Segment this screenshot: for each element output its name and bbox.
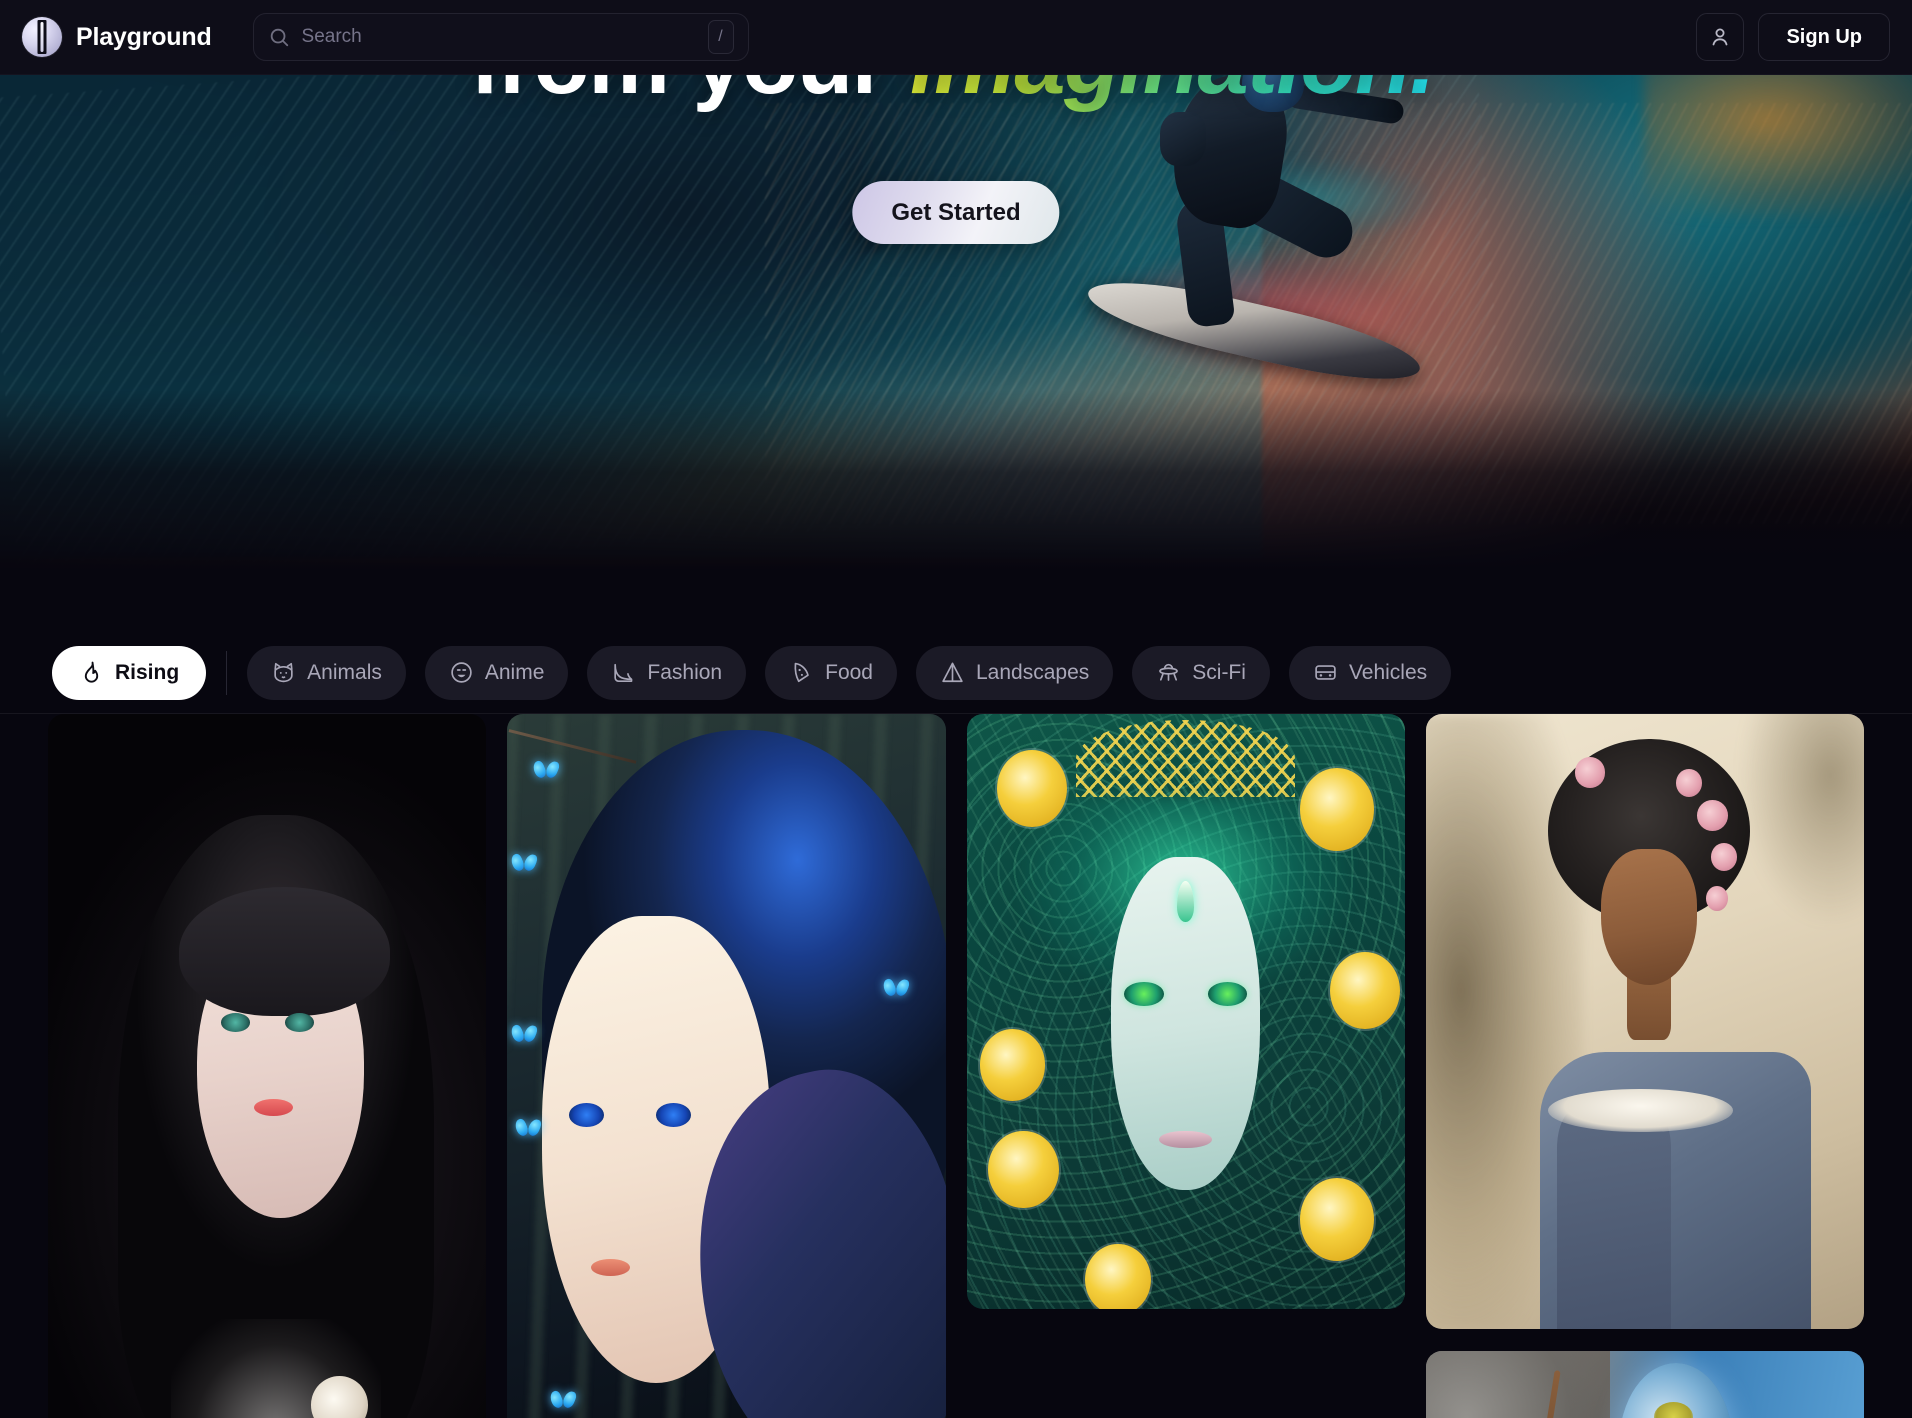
card-art-eye-left xyxy=(221,1012,251,1032)
filter-chip-animals[interactable]: Animals xyxy=(247,645,406,700)
gallery-column-1 xyxy=(48,714,487,1418)
filter-divider xyxy=(226,650,228,695)
brand-name: Playground xyxy=(76,22,212,51)
filter-chip-scifi[interactable]: Sci-Fi xyxy=(1132,645,1270,700)
flame-icon xyxy=(84,661,99,683)
card-art-lace-trim xyxy=(1548,1089,1733,1133)
filter-chip-landscapes[interactable]: Landscapes xyxy=(916,645,1114,700)
car-icon xyxy=(1315,665,1336,680)
card-art-bodice xyxy=(1557,1107,1672,1329)
top-header: Playground / Sign Up xyxy=(0,0,1912,75)
filter-chip-rising[interactable]: Rising xyxy=(52,645,207,700)
header-actions: Sign Up xyxy=(1696,13,1890,61)
card-art-flower xyxy=(997,749,1068,828)
card-art-flower xyxy=(1697,800,1729,831)
user-icon xyxy=(1713,28,1728,46)
filter-chip-food-label: Food xyxy=(825,660,873,684)
search-input[interactable] xyxy=(301,26,696,48)
card-art-flower xyxy=(1706,886,1729,911)
card-art-rocks xyxy=(1425,1351,1610,1418)
cat-icon xyxy=(274,662,293,683)
card-art-flower xyxy=(979,1029,1046,1101)
surfer-glove xyxy=(1160,112,1206,166)
search-shortcut-badge: / xyxy=(707,20,734,54)
card-art-butterfly xyxy=(884,979,908,997)
card-art-background-wash xyxy=(1741,714,1864,924)
card-art-butterfly xyxy=(512,1025,536,1043)
brand[interactable]: Playground xyxy=(22,17,212,57)
card-art-lips xyxy=(590,1258,630,1276)
playground-logo-icon xyxy=(22,17,62,57)
gallery-card[interactable] xyxy=(1425,714,1864,1329)
gallery-card[interactable] xyxy=(507,714,946,1418)
card-art-lips xyxy=(1159,1130,1212,1149)
filter-chip-scifi-label: Sci-Fi xyxy=(1192,660,1246,684)
card-art-butterfly xyxy=(534,761,558,779)
card-art-flower xyxy=(1299,1178,1375,1262)
card-art-face xyxy=(1601,849,1698,985)
filter-chip-vehicles-label: Vehicles xyxy=(1348,660,1428,684)
card-art-flower xyxy=(1299,767,1375,851)
smiley-face-icon xyxy=(451,662,472,683)
search-icon xyxy=(270,28,288,47)
filter-chip-anime[interactable]: Anime xyxy=(424,645,569,700)
card-art-eye-left xyxy=(568,1103,604,1128)
sign-up-button[interactable]: Sign Up xyxy=(1758,13,1890,61)
card-art-flower xyxy=(1675,769,1702,798)
filter-chip-animals-label: Animals xyxy=(307,660,382,684)
card-art-eye-right xyxy=(1207,981,1247,1006)
gallery-card[interactable] xyxy=(966,714,1405,1309)
surfboard xyxy=(1082,266,1426,396)
filter-chip-vehicles[interactable]: Vehicles xyxy=(1288,645,1452,700)
gallery-card[interactable] xyxy=(48,714,487,1418)
ufo-icon xyxy=(1159,663,1179,681)
filter-chip-anime-label: Anime xyxy=(484,660,545,684)
card-art-butterfly xyxy=(516,1119,540,1137)
filter-chip-rising-label: Rising xyxy=(115,660,180,684)
filter-chip-landscapes-label: Landscapes xyxy=(976,660,1090,684)
mountain-icon xyxy=(942,662,963,683)
card-art-flower xyxy=(1710,843,1737,871)
filter-chip-fashion-label: Fashion xyxy=(647,660,723,684)
high-heel-icon xyxy=(614,663,633,682)
gallery-column-2 xyxy=(507,714,946,1418)
gallery-card[interactable] xyxy=(1425,1351,1864,1418)
gallery-column-3 xyxy=(966,714,1405,1418)
search-bar[interactable]: / xyxy=(252,13,749,61)
category-filter-bar: Rising Animals Anime Fashion Food Landsc… xyxy=(0,632,1912,714)
card-art-flower xyxy=(1084,1243,1151,1309)
get-started-button[interactable]: Get Started xyxy=(852,181,1060,244)
pizza-slice-icon xyxy=(794,662,809,683)
card-art-bangs xyxy=(179,886,390,1017)
account-button[interactable] xyxy=(1696,13,1745,61)
card-art-butterfly xyxy=(512,854,536,872)
card-art-eye-right xyxy=(284,1012,314,1032)
filter-chip-fashion[interactable]: Fashion xyxy=(587,645,747,700)
image-gallery xyxy=(0,714,1912,1418)
hero-banner: from your imagination. Get Started xyxy=(0,0,1912,570)
filter-chip-food[interactable]: Food xyxy=(765,645,897,700)
hero-fade-overlay xyxy=(0,390,1912,570)
card-art-crown xyxy=(1076,719,1296,798)
card-art-butterfly xyxy=(551,1391,575,1409)
gallery-column-4 xyxy=(1425,714,1864,1418)
card-art-flower xyxy=(1574,757,1606,788)
card-art-flower xyxy=(988,1130,1059,1208)
card-art-eye-left xyxy=(1124,981,1164,1006)
